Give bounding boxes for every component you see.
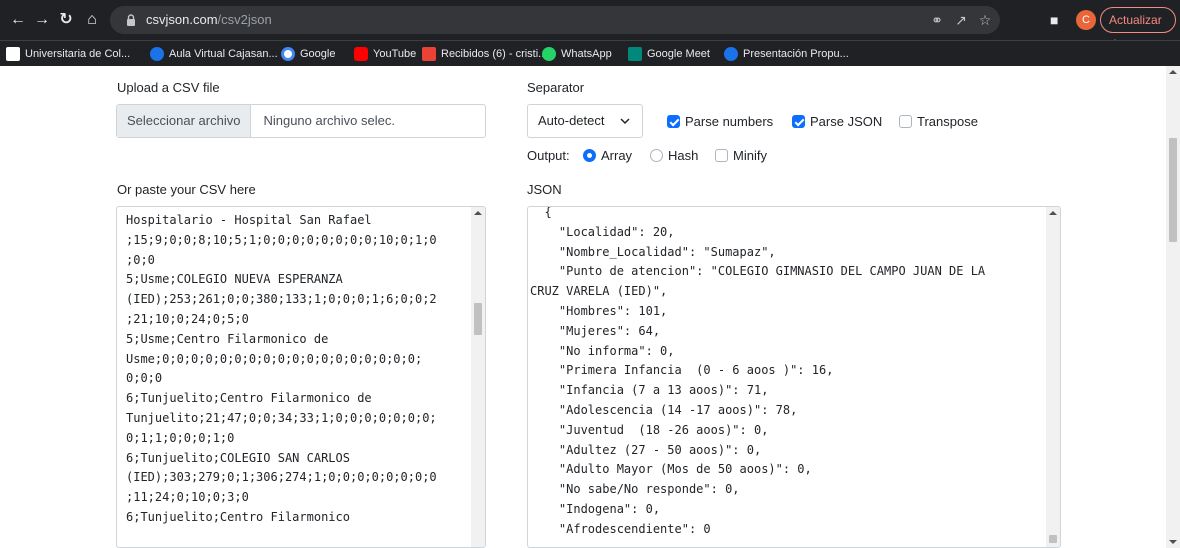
scroll-up-icon[interactable] — [474, 211, 482, 215]
bookmark-favicon-icon — [628, 47, 642, 61]
radio-selected-icon — [583, 149, 596, 162]
separator-select[interactable]: Auto-detect — [527, 104, 643, 138]
csv-label: Or paste your CSV here — [117, 182, 256, 197]
parse-json-label: Parse JSON — [810, 114, 883, 129]
csv-textarea[interactable]: Hospitalario - Hospital San Rafael ;15;9… — [116, 206, 486, 548]
bookmark-favicon-icon — [281, 47, 295, 61]
json-label: JSON — [527, 182, 562, 197]
url-domain: csvjson.com — [146, 12, 218, 27]
bookmark-favicon-icon — [354, 47, 368, 61]
scroll-up-icon[interactable] — [1049, 211, 1057, 215]
parse-numbers-checkbox[interactable]: Parse numbers — [667, 114, 773, 129]
bookmark-label: Presentación Propu... — [743, 48, 849, 60]
csv-text: Hospitalario - Hospital San Rafael ;15;9… — [126, 213, 437, 524]
bookmark-item[interactable]: Presentación Propu... — [724, 46, 849, 62]
bookmark-label: Recibidos (6) - cristi... — [441, 48, 548, 60]
bookmark-item[interactable]: Universitaria de Col... — [6, 46, 130, 62]
lock-icon — [127, 14, 135, 26]
bookmark-label: Google — [300, 48, 336, 60]
minify-label: Minify — [733, 148, 767, 163]
bookmark-favicon-icon — [724, 47, 738, 61]
star-icon[interactable]: ☆ — [976, 11, 994, 29]
json-text: { "Localidad": 20, "Nombre_Localidad": "… — [530, 206, 986, 536]
update-button-label: Actualizar — [1109, 13, 1162, 27]
checkbox-checked-icon — [792, 115, 805, 128]
bookmark-favicon-icon — [542, 47, 556, 61]
chevron-down-icon — [620, 118, 630, 125]
home-icon[interactable]: ⌂ — [82, 10, 102, 30]
output-hash-radio[interactable]: Hash — [650, 148, 698, 163]
scroll-up-icon[interactable] — [1169, 70, 1177, 74]
checkbox-unchecked-icon — [715, 149, 728, 162]
upload-label: Upload a CSV file — [117, 80, 220, 95]
file-name-text: Ninguno archivo selec. — [263, 113, 395, 128]
checkbox-checked-icon — [667, 115, 680, 128]
forward-arrow-icon[interactable]: → — [32, 10, 52, 30]
bookmark-label: Universitaria de Col... — [25, 48, 131, 60]
parse-numbers-label: Parse numbers — [685, 114, 774, 129]
share-icon[interactable]: ↗ — [952, 11, 970, 29]
lens-icon[interactable]: ⚭ — [928, 11, 946, 29]
url-path: /csv2json — [217, 12, 272, 27]
file-input[interactable]: Seleccionar archivo Ninguno archivo sele… — [116, 104, 486, 138]
bookmarks-bar: Universitaria de Col... Aula Virtual Caj… — [0, 40, 1180, 66]
page-scroll-thumb[interactable] — [1169, 138, 1177, 242]
output-array-radio[interactable]: Array — [583, 148, 632, 163]
update-button[interactable]: Actualizar ⋮ — [1100, 7, 1176, 51]
avatar[interactable]: C — [1076, 10, 1096, 30]
output-label: Output: — [527, 148, 570, 163]
bookmark-item[interactable]: YouTube — [354, 46, 416, 62]
output-array-label: Array — [601, 148, 633, 163]
json-textarea[interactable]: { "Localidad": 20, "Nombre_Localidad": "… — [527, 206, 1061, 548]
address-bar[interactable]: csvjson.com/csv2json ⚭ ↗ ☆ — [110, 6, 1000, 34]
csv-scrollbar[interactable] — [471, 207, 485, 547]
bookmark-item[interactable]: Google — [281, 46, 335, 62]
bookmark-label: WhatsApp — [561, 48, 612, 60]
choose-file-button[interactable]: Seleccionar archivo — [117, 105, 252, 137]
output-hash-label: Hash — [668, 148, 699, 163]
radio-unselected-icon — [650, 149, 663, 162]
transpose-label: Transpose — [917, 114, 978, 129]
page-content: Upload a CSV file Seleccionar archivo Ni… — [0, 66, 1180, 548]
csv-scroll-thumb[interactable] — [474, 303, 482, 335]
bookmark-favicon-icon — [6, 47, 20, 61]
bookmark-label: Aula Virtual Cajasan... — [169, 48, 278, 60]
scroll-down-icon[interactable] — [1169, 540, 1177, 544]
bookmark-item[interactable]: Recibidos (6) - cristi... — [422, 46, 547, 62]
bookmark-favicon-icon — [422, 47, 436, 61]
parse-json-checkbox[interactable]: Parse JSON — [792, 114, 882, 129]
bookmark-label: Google Meet — [647, 48, 710, 60]
checkbox-unchecked-icon — [899, 115, 912, 128]
bookmark-item[interactable]: Aula Virtual Cajasan... — [150, 46, 278, 62]
minify-checkbox[interactable]: Minify — [715, 148, 767, 163]
separator-label: Separator — [527, 80, 585, 95]
bookmark-item[interactable]: Google Meet — [628, 46, 710, 62]
reload-icon[interactable]: ↻ — [56, 10, 76, 30]
back-arrow-icon[interactable]: ← — [8, 10, 28, 30]
bookmark-favicon-icon — [150, 47, 164, 61]
bookmark-label: YouTube — [373, 48, 417, 60]
separator-selected-value: Auto-detect — [538, 113, 605, 128]
side-panel-icon[interactable]: ■ — [1050, 10, 1058, 30]
json-scroll-thumb[interactable] — [1049, 535, 1057, 543]
browser-toolbar: ← → ↻ ⌂ csvjson.com/csv2json ⚭ ↗ ☆ ■ C A… — [0, 0, 1180, 51]
transpose-checkbox[interactable]: Transpose — [899, 114, 978, 129]
json-scrollbar[interactable] — [1046, 207, 1060, 547]
page-scrollbar[interactable] — [1166, 66, 1180, 548]
bookmark-item[interactable]: WhatsApp — [542, 46, 612, 62]
url-text: csvjson.com/csv2json — [146, 12, 272, 27]
